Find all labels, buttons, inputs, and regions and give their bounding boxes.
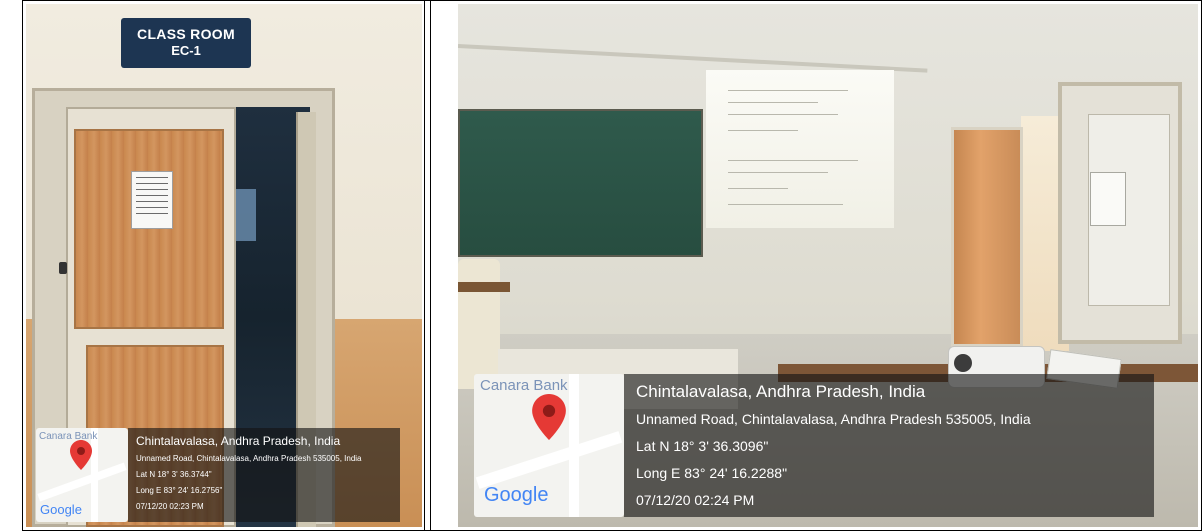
gps-place: Chintalavalasa, Andhra Pradesh, India [636,382,926,401]
gps-latitude: Lat N 18° 3' 36.3744" [136,470,212,479]
map-place-label: Canara Bank [480,377,568,394]
gps-address: Unnamed Road, Chintalavalasa, Andhra Pra… [636,411,1031,427]
inner-window [234,189,256,241]
gps-info: Chintalavalasa, Andhra Pradesh, India Un… [624,374,1154,517]
gps-longitude: Long E 83° 24' 16.2756" [136,486,223,495]
door-panel-upper [74,129,224,329]
gps-place: Chintalavalasa, Andhra Pradesh, India [136,434,341,448]
gps-datetime: 07/12/20 02:23 PM [136,502,204,511]
chalkboard [458,109,703,257]
projector-lens [954,354,972,372]
classroom-sign: CLASS ROOM EC-1 [121,18,251,68]
gps-stamp: Canara Bank Google Chintalavalasa, Andhr… [36,428,400,522]
notice-paper [1090,172,1126,226]
map-pin-icon [70,440,92,470]
sign-line-1: CLASS ROOM [137,26,235,42]
gps-info: Chintalavalasa, Andhra Pradesh, India Un… [128,428,400,522]
google-logo: Google [484,484,549,506]
projection-screen [706,70,894,228]
table-divider [424,0,425,531]
mini-map: Canara Bank Google [474,374,624,517]
gps-latitude: Lat N 18° 3' 36.3096" [636,438,769,454]
side-table [458,282,510,292]
gps-address: Unnamed Road, Chintalavalasa, Andhra Pra… [136,454,362,463]
door-handle [59,262,67,274]
mini-map: Canara Bank Google [36,428,128,522]
gps-longitude: Long E 83° 24' 16.2288" [636,465,788,481]
map-pin-icon [532,394,566,440]
google-logo: Google [40,502,82,517]
door-notice-paper [131,171,173,229]
gps-stamp: Canara Bank Google Chintalavalasa, Andhr… [474,374,1154,517]
open-door [951,127,1023,347]
sign-line-2: EC-1 [171,43,201,58]
table-divider [430,0,431,531]
chair [458,259,500,389]
gps-datetime: 07/12/20 02:24 PM [636,492,755,508]
